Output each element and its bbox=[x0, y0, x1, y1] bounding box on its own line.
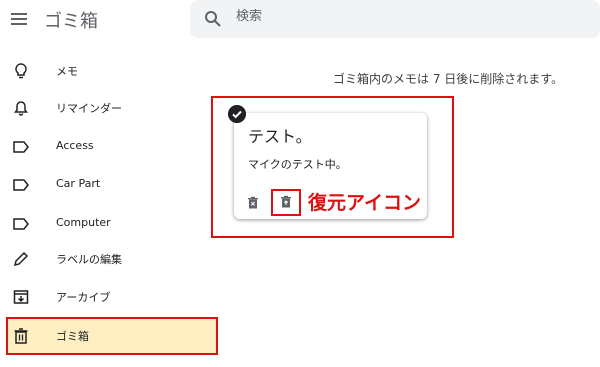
sidebar-item-computer[interactable]: Computer bbox=[0, 205, 220, 243]
pencil-icon bbox=[13, 251, 29, 267]
restore-annotation-label: 復元アイコン bbox=[308, 192, 422, 214]
hamburger-menu-icon[interactable] bbox=[10, 10, 28, 28]
restore-icon-highlight bbox=[271, 189, 301, 216]
note-body: マイクのテスト中。 bbox=[248, 158, 347, 171]
bell-icon bbox=[14, 101, 28, 116]
trash-info-text: ゴミ箱内のメモは 7 日後に削除されます。 bbox=[333, 72, 564, 86]
label-icon bbox=[13, 218, 29, 230]
trash-icon bbox=[14, 328, 28, 344]
delete-forever-icon[interactable] bbox=[246, 196, 260, 210]
page-title: ゴミ箱 bbox=[44, 11, 98, 32]
sidebar-item-car-part[interactable]: Car Part bbox=[0, 166, 220, 204]
sidebar-item-label: リマインダー bbox=[56, 102, 122, 115]
search-input[interactable] bbox=[236, 9, 536, 24]
sidebar-item-label: Access bbox=[56, 139, 94, 152]
sidebar-item-label: メモ bbox=[56, 65, 78, 78]
sidebar-item-trash[interactable]: ゴミ箱 bbox=[0, 317, 220, 355]
sidebar-item-memo[interactable]: メモ bbox=[0, 52, 220, 90]
archive-icon bbox=[13, 290, 29, 304]
search-icon[interactable] bbox=[204, 10, 222, 28]
lightbulb-icon bbox=[15, 63, 27, 79]
sidebar-item-label: ゴミ箱 bbox=[56, 330, 89, 343]
sidebar-item-label: ラベルの編集 bbox=[56, 253, 122, 266]
label-icon bbox=[13, 179, 29, 191]
sidebar-item-edit-labels[interactable]: ラベルの編集 bbox=[0, 240, 220, 278]
sidebar-item-label: アーカイブ bbox=[56, 291, 111, 304]
label-icon bbox=[13, 141, 29, 153]
sidebar-item-access[interactable]: Access bbox=[0, 128, 220, 166]
sidebar-item-label: Computer bbox=[56, 216, 111, 229]
select-check-icon[interactable] bbox=[228, 105, 246, 123]
sidebar-item-reminder[interactable]: リマインダー bbox=[0, 89, 220, 127]
note-title: テスト。 bbox=[248, 127, 312, 146]
search-bar[interactable] bbox=[190, 0, 600, 38]
top-app-bar: ゴミ箱 bbox=[0, 0, 600, 40]
sidebar-item-label: Car Part bbox=[56, 177, 101, 190]
sidebar-item-archive[interactable]: アーカイブ bbox=[0, 278, 220, 316]
